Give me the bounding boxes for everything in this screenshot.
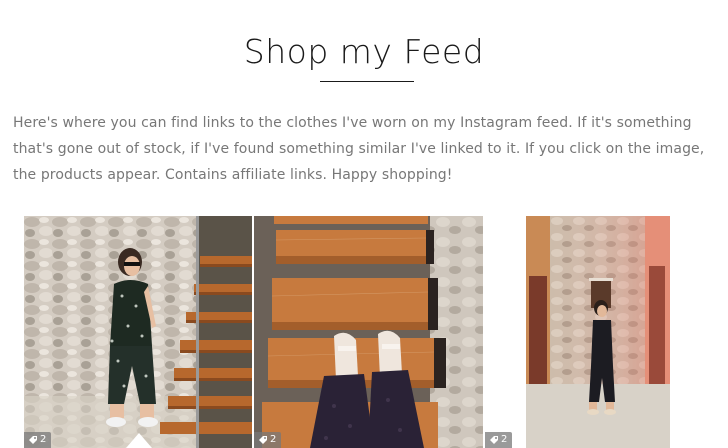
feed-image-1[interactable]: 2 xyxy=(24,216,252,448)
tag-count: 2 xyxy=(270,434,277,445)
tag-count: 2 xyxy=(40,434,47,445)
feed-photo-3 xyxy=(526,216,670,448)
tag-count-badge[interactable]: 2 xyxy=(24,432,52,448)
title-underline xyxy=(320,81,414,82)
tag-icon xyxy=(29,436,37,444)
feed-image-2[interactable]: 2 xyxy=(254,216,483,448)
tag-icon xyxy=(259,436,267,444)
tag-icon xyxy=(490,436,498,444)
tag-count-badge[interactable]: 2 xyxy=(485,432,513,448)
tag-count: 2 xyxy=(501,434,508,445)
feed-photo-2 xyxy=(254,216,483,448)
feed-photo-1 xyxy=(24,216,252,448)
selected-item-pointer xyxy=(126,433,152,448)
feed-image-3[interactable]: 2 xyxy=(485,216,671,448)
tag-count-badge[interactable]: 2 xyxy=(254,432,282,448)
intro-text: Here's where you can find links to the c… xyxy=(13,115,705,183)
page-title: Shop my Feed xyxy=(243,32,485,71)
